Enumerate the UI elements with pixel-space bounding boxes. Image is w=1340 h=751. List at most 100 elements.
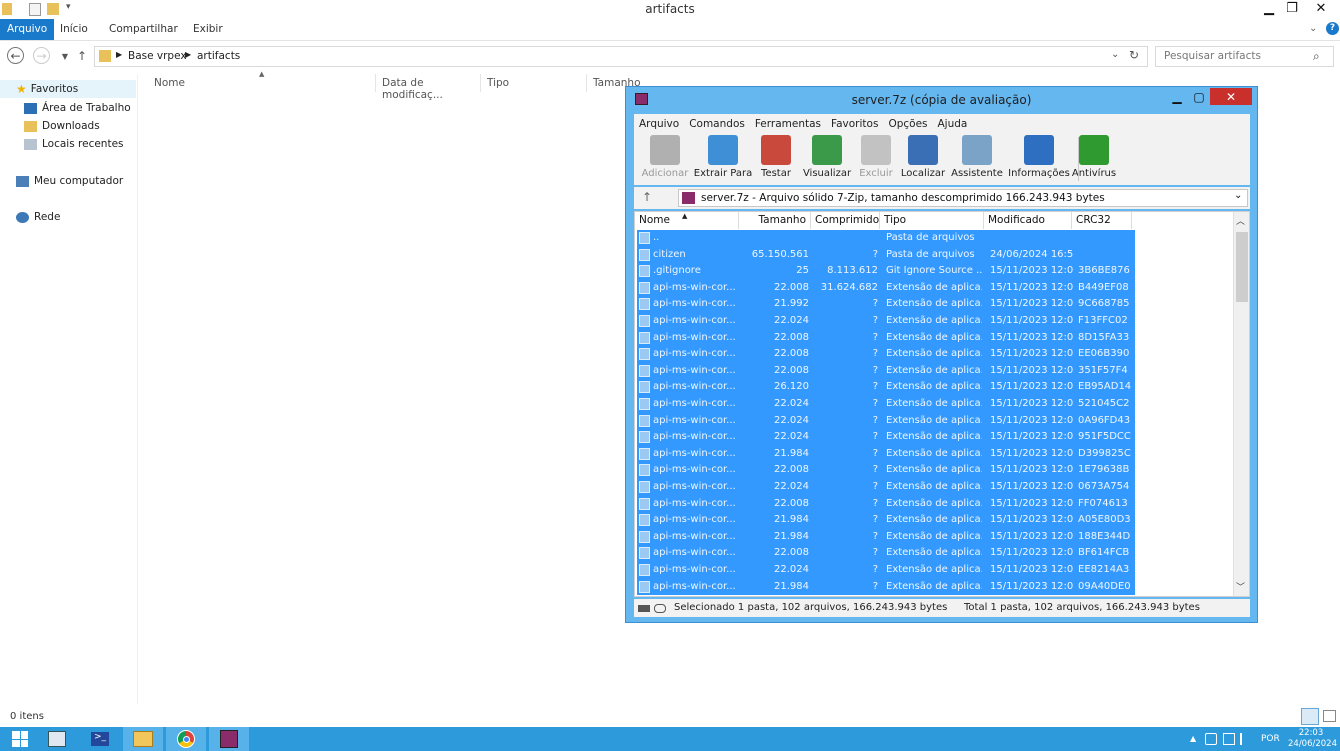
tab-exibir[interactable]: Exibir — [186, 19, 230, 40]
back-button[interactable]: ← — [7, 47, 24, 64]
menu-comandos[interactable]: Comandos — [684, 118, 750, 130]
search-input[interactable]: Pesquisar artifacts — [1155, 46, 1334, 67]
language-indicator[interactable]: POR — [1261, 734, 1280, 744]
maximize-button[interactable]: ❐ — [1280, 0, 1304, 17]
menu-favoritos[interactable]: Favoritos — [826, 118, 883, 130]
details-view-icon[interactable] — [1301, 708, 1319, 725]
archive-row[interactable]: api-ms-win-cor... 21.984? Extensão de apli… — [637, 528, 1135, 546]
archive-row[interactable]: api-ms-win-cor... 22.024? Extensão de apli… — [637, 313, 1135, 330]
taskbar-winrar[interactable] — [209, 727, 249, 751]
archive-row[interactable]: api-ms-win-cor... 21.984? Extensão de apli… — [637, 578, 1135, 596]
start-button[interactable] — [0, 727, 40, 751]
scroll-up-icon[interactable]: ︿ — [1236, 214, 1245, 227]
breadcrumb-artifacts[interactable]: artifacts — [197, 50, 240, 62]
archive-col-size[interactable]: Tamanho — [739, 212, 811, 229]
toolbar-test-clipboard-button[interactable]: Testar — [754, 135, 798, 183]
minimize-button[interactable]: ▁ — [1257, 0, 1281, 17]
search-icon[interactable]: ⌕ — [1313, 49, 1320, 64]
nav-downloads[interactable]: Downloads — [0, 117, 136, 135]
column-date-modified[interactable]: Data de modificaç... — [376, 74, 481, 101]
flag-icon[interactable] — [1240, 733, 1252, 745]
menu-ajuda[interactable]: Ajuda — [933, 118, 973, 130]
archive-path-box[interactable]: server.7z - Arquivo sólido 7-Zip, tamanh… — [678, 189, 1248, 207]
toolbar-extract-folder-button[interactable]: Extrair Para — [692, 135, 754, 183]
archive-row[interactable]: .gitignore 25 8.113.612 Git Ignore Source .… — [637, 263, 1135, 280]
clock[interactable]: 22:03 24/06/2024 — [1288, 728, 1337, 750]
breadcrumb-base-vrpex[interactable]: Base vrpex — [128, 50, 187, 62]
archive-row[interactable]: api-ms-win-cor... 22.008? Extensão de apli… — [637, 329, 1135, 347]
forward-button[interactable]: → — [33, 47, 50, 64]
archive-col-type-label: Tipo — [884, 214, 907, 226]
archive-row[interactable]: api-ms-win-cor... 22.024? Extensão de apli… — [637, 479, 1135, 496]
nav-computer[interactable]: Meu computador — [0, 172, 136, 190]
archive-row[interactable]: api-ms-win-cor... 21.992? Extensão de apli… — [637, 296, 1135, 313]
file-icon — [639, 381, 650, 394]
taskbar-chrome[interactable] — [166, 727, 206, 751]
archive-row[interactable]: api-ms-win-cor... 22.008? Extensão de apli… — [637, 362, 1135, 380]
archive-title-bar: server.7z (cópia de avaliação) ▁ ▢ ✕ — [626, 87, 1257, 113]
archive-row[interactable]: api-ms-win-cor... 22.008 31.624.682 Extensã… — [637, 279, 1135, 297]
archive-maximize-button[interactable]: ▢ — [1188, 88, 1210, 105]
large-icons-view-icon[interactable] — [1323, 710, 1336, 722]
archive-col-type[interactable]: Tipo — [880, 212, 984, 229]
up-one-level-icon[interactable]: ↑ — [642, 190, 652, 204]
archive-row[interactable]: api-ms-win-cor... 21.984? Extensão de apli… — [637, 512, 1135, 529]
volume-icon[interactable] — [1223, 733, 1235, 745]
row-name: api-ms-win-cor... — [653, 348, 736, 360]
tab-inicio[interactable]: Início — [53, 19, 95, 40]
taskbar-file-explorer[interactable] — [123, 727, 163, 751]
nav-recent[interactable]: Locais recentes — [0, 135, 136, 153]
nav-network[interactable]: Rede — [0, 208, 136, 226]
column-size[interactable]: Tamanho — [587, 74, 641, 92]
archive-row[interactable]: api-ms-win-cor... 22.024? Extensão de apli… — [637, 412, 1135, 430]
archive-col-modified[interactable]: Modificado — [984, 212, 1072, 229]
archive-row[interactable]: api-ms-win-cor... 22.008? Extensão de apli… — [637, 495, 1135, 513]
toolbar-trash-button[interactable]: Excluir — [856, 135, 896, 183]
scroll-thumb[interactable] — [1236, 232, 1248, 302]
taskbar-powershell[interactable]: >_ — [80, 727, 120, 751]
archive-row[interactable]: api-ms-win-cor... 26.120? Extensão de apli… — [637, 379, 1135, 396]
row-name: api-ms-win-cor... — [653, 281, 736, 293]
taskbar-server-manager[interactable] — [37, 727, 77, 751]
archive-close-button[interactable]: ✕ — [1210, 88, 1252, 105]
archive-row[interactable]: api-ms-win-cor... 22.024? Extensão de apli… — [637, 396, 1135, 413]
menu-arquivo[interactable]: Arquivo — [634, 118, 684, 130]
archive-row[interactable]: api-ms-win-cor... 21.984? Extensão de apli… — [637, 445, 1135, 463]
archive-row[interactable]: api-ms-win-cor... 22.024? Extensão de apli… — [637, 562, 1135, 579]
column-type[interactable]: Tipo — [481, 74, 587, 92]
toolbar-info-button[interactable]: Informações — [1008, 135, 1070, 183]
row-compressed: ? — [872, 580, 878, 592]
address-box[interactable]: ▶ Base vrpex ▶ artifacts ⌄ ↻ — [94, 46, 1148, 67]
archive-col-compressed[interactable]: Comprimido — [811, 212, 880, 229]
help-icon[interactable]: ? — [1326, 22, 1339, 35]
nav-desktop[interactable]: Área de Trabalho — [0, 99, 136, 117]
nav-favorites[interactable]: ★ Favoritos — [0, 80, 136, 98]
menu-ferramentas[interactable]: Ferramentas — [750, 118, 826, 130]
scroll-down-icon[interactable]: ﹀ — [1236, 580, 1245, 593]
archive-row[interactable]: citizen 65.150.561? Pasta de arquivos 24/06… — [637, 246, 1135, 264]
tab-arquivo[interactable]: Arquivo — [0, 19, 55, 40]
address-dropdown-icon[interactable]: ⌄ — [1111, 49, 1119, 60]
tab-compartilhar[interactable]: Compartilhar — [102, 19, 185, 40]
menu-opcoes[interactable]: Opções — [883, 118, 932, 130]
close-button[interactable]: ✕ — [1306, 0, 1336, 17]
expand-ribbon-icon[interactable]: ⌄ — [1309, 23, 1317, 34]
archive-row[interactable]: .. Pasta de arquivos — [637, 230, 1135, 247]
path-dropdown-icon[interactable]: ⌄ — [1234, 190, 1242, 201]
network-status-icon[interactable] — [1205, 733, 1217, 745]
recent-locations-dropdown[interactable]: ▼ — [56, 47, 74, 65]
refresh-icon[interactable]: ↻ — [1129, 48, 1139, 62]
toolbar-book-button[interactable]: Visualizar — [800, 135, 854, 183]
show-hidden-icons-icon[interactable]: ▲ — [1190, 734, 1196, 743]
archive-row[interactable]: api-ms-win-cor... 22.008? Extensão de apli… — [637, 346, 1135, 363]
archive-row[interactable]: api-ms-win-cor... 22.008? Extensão de apli… — [637, 545, 1135, 562]
archive-scrollbar[interactable]: ︿ ﹀ — [1233, 212, 1249, 596]
archive-row[interactable]: api-ms-win-cor... 22.024? Extensão de apli… — [637, 429, 1135, 446]
archive-row[interactable]: api-ms-win-cor... 22.008? Extensão de apli… — [637, 462, 1135, 479]
up-button[interactable]: ↑ — [73, 47, 91, 65]
toolbar-magnifier-button[interactable]: Localizar — [900, 135, 946, 183]
archive-col-crc32[interactable]: CRC32 — [1072, 212, 1132, 229]
toolbar-add-archive-button[interactable]: Adicionar — [640, 135, 690, 183]
toolbar-wand-button[interactable]: Assistente — [948, 135, 1006, 183]
archive-minimize-button[interactable]: ▁ — [1166, 88, 1188, 105]
